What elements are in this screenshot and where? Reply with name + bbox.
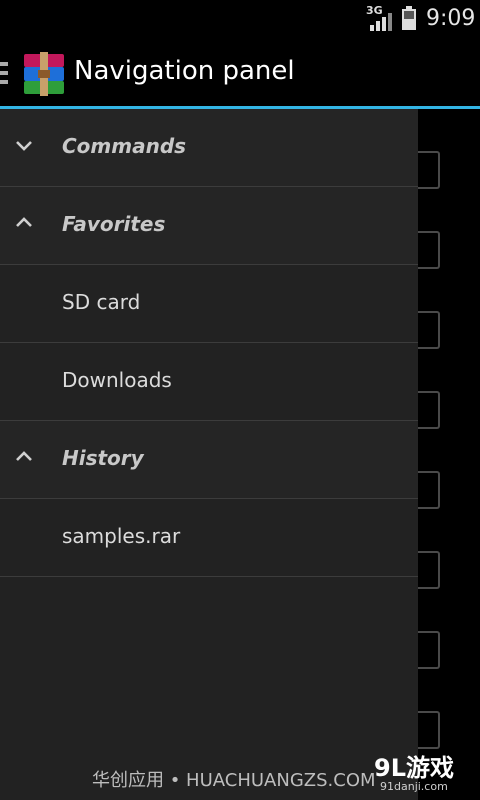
watermark-text: 华创应用 • HUACHUANGZS.COM	[92, 770, 376, 791]
site-badge-logo: 9L游戏	[374, 754, 454, 780]
drawer-item-label: samples.rar	[62, 524, 181, 548]
drawer-group-favorites[interactable]: Favorites	[0, 187, 418, 265]
clock: 9:09	[426, 6, 476, 31]
signal-icon	[370, 13, 392, 31]
battery-icon	[402, 6, 416, 30]
app-logo-icon[interactable]	[22, 52, 66, 96]
page-title: Navigation panel	[74, 56, 295, 86]
drawer-item-sd-card[interactable]: SD card	[0, 265, 418, 343]
svg-text:9L游戏: 9L游戏	[374, 754, 454, 780]
drawer-indicator-icon[interactable]	[0, 62, 8, 84]
status-bar: 3G 9:09	[0, 0, 480, 38]
drawer-group-label: Commands	[62, 134, 187, 158]
drawer-item-samples-rar[interactable]: samples.rar	[0, 499, 418, 577]
chevron-up-icon	[16, 217, 32, 227]
chevron-up-icon	[16, 451, 32, 461]
drawer-item-downloads[interactable]: Downloads	[0, 343, 418, 421]
action-bar: Navigation panel	[0, 38, 480, 109]
drawer-item-label: Downloads	[62, 368, 172, 392]
navigation-drawer: Commands Favorites SD card Downloads His…	[0, 109, 418, 800]
drawer-group-label: Favorites	[62, 212, 166, 236]
chevron-down-icon	[16, 141, 32, 151]
site-badge-url: 91danji.com	[380, 780, 448, 793]
drawer-group-history[interactable]: History	[0, 421, 418, 499]
drawer-group-commands[interactable]: Commands	[0, 109, 418, 187]
drawer-item-label: SD card	[62, 290, 141, 314]
drawer-group-label: History	[62, 446, 144, 470]
